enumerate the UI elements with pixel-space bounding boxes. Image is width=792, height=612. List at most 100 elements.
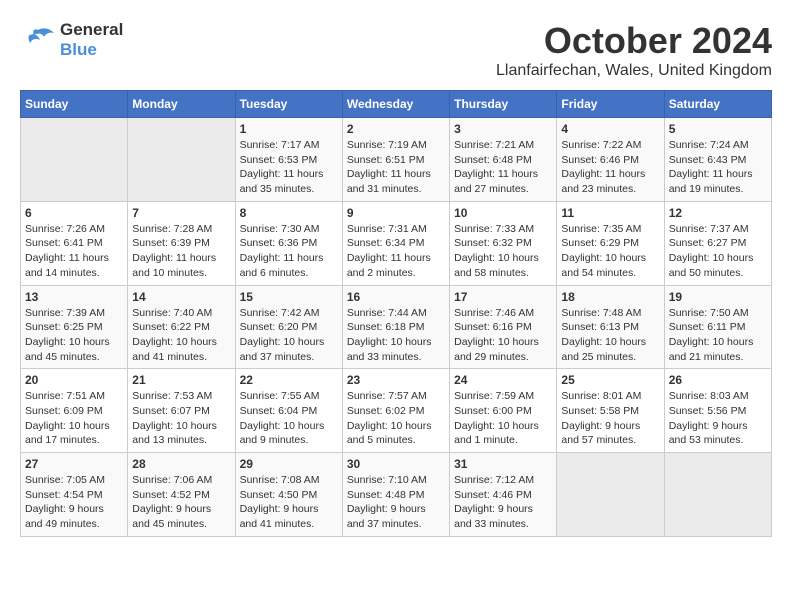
day-number: 23 [347,373,445,387]
day-number: 17 [454,290,552,304]
day-number: 9 [347,206,445,220]
calendar-cell: 4Sunrise: 7:22 AM Sunset: 6:46 PM Daylig… [557,118,664,202]
header-wednesday: Wednesday [342,91,449,118]
calendar-cell [128,118,235,202]
day-number: 30 [347,457,445,471]
day-number: 16 [347,290,445,304]
day-number: 3 [454,122,552,136]
day-info: Sunrise: 7:31 AM Sunset: 6:34 PM Dayligh… [347,222,445,281]
calendar-cell [557,453,664,537]
day-info: Sunrise: 7:40 AM Sunset: 6:22 PM Dayligh… [132,306,230,365]
day-number: 4 [561,122,659,136]
logo-text: General Blue [60,20,123,60]
calendar-cell: 5 Sunrise: 7:24 AM Sunset: 6:43 PM Daylig… [664,118,771,202]
calendar-cell: 2 Sunrise: 7:19 AM Sunset: 6:51 PM Daylig… [342,118,449,202]
day-info: Sunrise: 7:08 AM Sunset: 4:50 PM Dayligh… [240,473,338,532]
day-info: Sunrise: 7:12 AM Sunset: 4:46 PM Dayligh… [454,473,552,532]
day-number: 27 [25,457,123,471]
day-info: Sunrise: 7:51 AM Sunset: 6:09 PM Dayligh… [25,389,123,448]
header-tuesday: Tuesday [235,91,342,118]
day-number: 21 [132,373,230,387]
day-info: Sunrise: 7:05 AM Sunset: 4:54 PM Dayligh… [25,473,123,532]
day-info: Sunrise: 7:21 AM Sunset: 6:48 PM Dayligh… [454,138,552,197]
day-info: Sunrise: 7:28 AM Sunset: 6:39 PM Dayligh… [132,222,230,281]
day-number: 7 [132,206,230,220]
day-info: Sunrise: 7:30 AM Sunset: 6:36 PM Dayligh… [240,222,338,281]
day-number: 18 [561,290,659,304]
calendar-week-row: 6 Sunrise: 7:26 AM Sunset: 6:41 PM Daylig… [21,201,772,285]
calendar-cell: 13 Sunrise: 7:39 AM Sunset: 6:25 PM Dayli… [21,285,128,369]
calendar-cell: 20Sunrise: 7:51 AM Sunset: 6:09 PM Dayli… [21,369,128,453]
calendar-cell: 14 Sunrise: 7:40 AM Sunset: 6:22 PM Dayli… [128,285,235,369]
header-saturday: Saturday [664,91,771,118]
day-number: 29 [240,457,338,471]
day-number: 10 [454,206,552,220]
calendar-cell: 29 Sunrise: 7:08 AM Sunset: 4:50 PM Dayli… [235,453,342,537]
location-subtitle: Llanfairfechan, Wales, United Kingdom [496,62,772,80]
title-block: October 2024 Llanfairfechan, Wales, Unit… [496,20,772,80]
calendar-cell: 9 Sunrise: 7:31 AM Sunset: 6:34 PM Daylig… [342,201,449,285]
logo-icon [20,25,56,55]
calendar-cell: 26 Sunrise: 8:03 AM Sunset: 5:56 PM Dayli… [664,369,771,453]
day-number: 28 [132,457,230,471]
calendar-cell: 8 Sunrise: 7:30 AM Sunset: 6:36 PM Daylig… [235,201,342,285]
day-number: 15 [240,290,338,304]
day-number: 2 [347,122,445,136]
day-info: Sunrise: 7:33 AM Sunset: 6:32 PM Dayligh… [454,222,552,281]
calendar-cell: 10 Sunrise: 7:33 AM Sunset: 6:32 PM Dayli… [450,201,557,285]
day-info: Sunrise: 7:42 AM Sunset: 6:20 PM Dayligh… [240,306,338,365]
day-number: 19 [669,290,767,304]
day-number: 24 [454,373,552,387]
calendar-cell: 22 Sunrise: 7:55 AM Sunset: 6:04 PM Dayli… [235,369,342,453]
day-number: 22 [240,373,338,387]
day-info: Sunrise: 7:35 AM Sunset: 6:29 PM Dayligh… [561,222,659,281]
calendar-cell: 1 Sunrise: 7:17 AM Sunset: 6:53 PM Daylig… [235,118,342,202]
day-info: Sunrise: 7:53 AM Sunset: 6:07 PM Dayligh… [132,389,230,448]
logo: General Blue [20,20,123,60]
day-info: Sunrise: 7:59 AM Sunset: 6:00 PM Dayligh… [454,389,552,448]
calendar-cell: 19 Sunrise: 7:50 AM Sunset: 6:11 PM Dayli… [664,285,771,369]
day-info: Sunrise: 7:48 AM Sunset: 6:13 PM Dayligh… [561,306,659,365]
day-number: 14 [132,290,230,304]
calendar-cell: 3 Sunrise: 7:21 AM Sunset: 6:48 PM Daylig… [450,118,557,202]
calendar-cell: 24 Sunrise: 7:59 AM Sunset: 6:00 PM Dayli… [450,369,557,453]
calendar-week-row: 13 Sunrise: 7:39 AM Sunset: 6:25 PM Dayli… [21,285,772,369]
day-number: 6 [25,206,123,220]
day-info: Sunrise: 7:17 AM Sunset: 6:53 PM Dayligh… [240,138,338,197]
calendar-week-row: 1 Sunrise: 7:17 AM Sunset: 6:53 PM Daylig… [21,118,772,202]
day-number: 11 [561,206,659,220]
day-info: Sunrise: 7:24 AM Sunset: 6:43 PM Dayligh… [669,138,767,197]
header-friday: Friday [557,91,664,118]
day-number: 25 [561,373,659,387]
day-info: Sunrise: 7:55 AM Sunset: 6:04 PM Dayligh… [240,389,338,448]
calendar-cell: 31 Sunrise: 7:12 AM Sunset: 4:46 PM Dayli… [450,453,557,537]
day-number: 13 [25,290,123,304]
day-info: Sunrise: 8:01 AM Sunset: 5:58 PM Dayligh… [561,389,659,448]
day-info: Sunrise: 7:50 AM Sunset: 6:11 PM Dayligh… [669,306,767,365]
day-info: Sunrise: 7:19 AM Sunset: 6:51 PM Dayligh… [347,138,445,197]
day-number: 31 [454,457,552,471]
calendar-cell: 25 Sunrise: 8:01 AM Sunset: 5:58 PM Dayli… [557,369,664,453]
calendar-cell [21,118,128,202]
calendar-cell: 23Sunrise: 7:57 AM Sunset: 6:02 PM Dayli… [342,369,449,453]
calendar-cell: 16Sunrise: 7:44 AM Sunset: 6:18 PM Dayli… [342,285,449,369]
day-number: 5 [669,122,767,136]
day-number: 1 [240,122,338,136]
calendar-cell: 6 Sunrise: 7:26 AM Sunset: 6:41 PM Daylig… [21,201,128,285]
day-info: Sunrise: 7:06 AM Sunset: 4:52 PM Dayligh… [132,473,230,532]
day-number: 26 [669,373,767,387]
day-number: 8 [240,206,338,220]
header-thursday: Thursday [450,91,557,118]
day-info: Sunrise: 7:26 AM Sunset: 6:41 PM Dayligh… [25,222,123,281]
day-info: Sunrise: 7:39 AM Sunset: 6:25 PM Dayligh… [25,306,123,365]
calendar-cell: 12 Sunrise: 7:37 AM Sunset: 6:27 PM Dayli… [664,201,771,285]
header-sunday: Sunday [21,91,128,118]
day-info: Sunrise: 7:37 AM Sunset: 6:27 PM Dayligh… [669,222,767,281]
day-info: Sunrise: 8:03 AM Sunset: 5:56 PM Dayligh… [669,389,767,448]
calendar-cell: 15 Sunrise: 7:42 AM Sunset: 6:20 PM Dayli… [235,285,342,369]
calendar-cell: 27 Sunrise: 7:05 AM Sunset: 4:54 PM Dayli… [21,453,128,537]
day-number: 12 [669,206,767,220]
calendar-cell: 18 Sunrise: 7:48 AM Sunset: 6:13 PM Dayli… [557,285,664,369]
header-monday: Monday [128,91,235,118]
calendar-cell: 28 Sunrise: 7:06 AM Sunset: 4:52 PM Dayli… [128,453,235,537]
